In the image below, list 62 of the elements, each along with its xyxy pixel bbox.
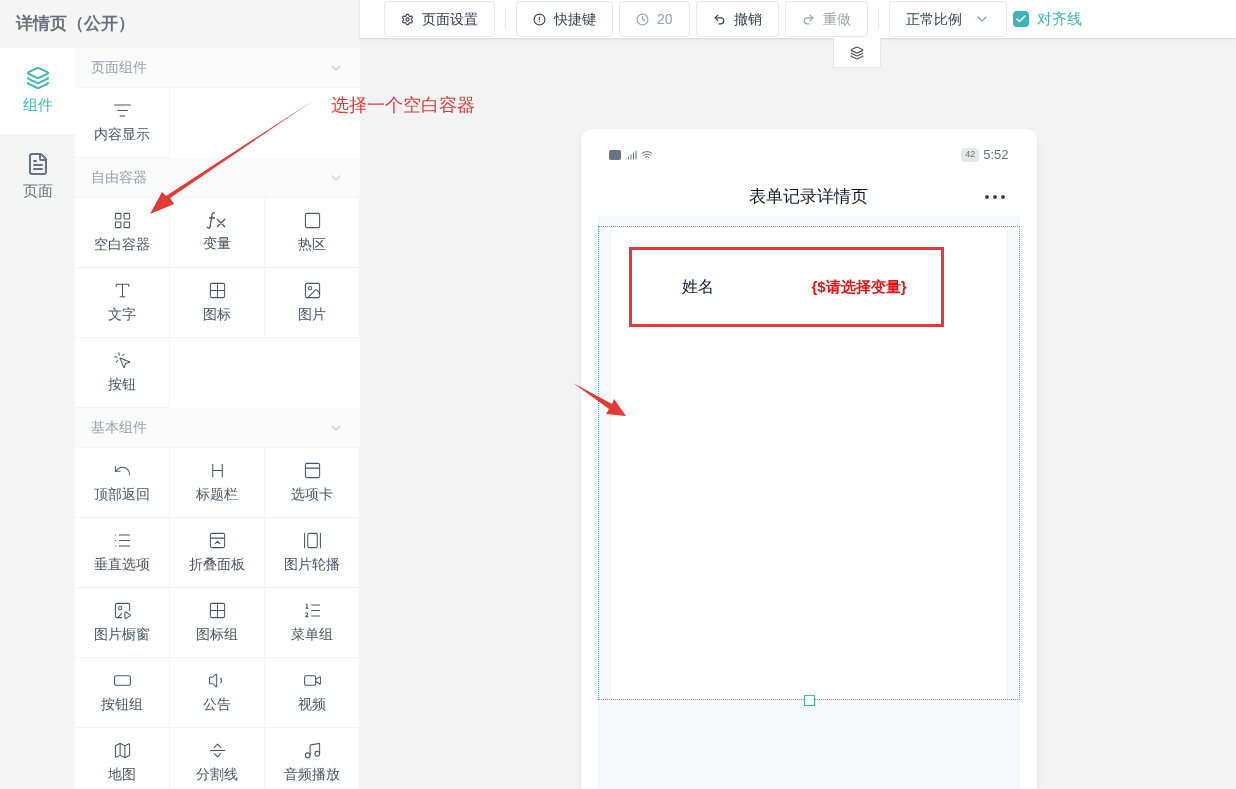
gear-icon <box>401 12 414 26</box>
component-tile[interactable]: 变量 <box>170 198 265 268</box>
redo-icon <box>801 12 815 26</box>
zoom-select[interactable]: 正常比例 <box>888 1 1007 37</box>
toolbar-button[interactable]: 撤销 <box>695 1 779 37</box>
undo-icon <box>712 12 726 26</box>
image-icon <box>112 600 132 620</box>
component-tile[interactable]: 折叠面板 <box>170 518 265 588</box>
component-tile[interactable]: 标题栏 <box>170 448 265 518</box>
field-label: 姓名 <box>681 277 715 297</box>
component-tile[interactable]: 地图 <box>75 728 170 789</box>
component-tile[interactable]: 分割线 <box>170 728 265 789</box>
component-tile[interactable]: 音频播放 <box>265 728 360 789</box>
component-tile[interactable]: 顶部返回 <box>75 448 170 518</box>
grid-icon <box>207 600 227 620</box>
panel-icon <box>207 530 227 550</box>
fx-icon <box>206 211 228 229</box>
component-tile[interactable]: 选项卡 <box>265 448 360 518</box>
check-icon <box>1014 13 1027 25</box>
annotation-text: 选择一个空白容器 <box>331 94 475 117</box>
component-tile[interactable]: 图标组 <box>170 588 265 658</box>
alert-icon <box>533 12 546 26</box>
selected-container[interactable]: 姓名 {$请选择变量} <box>597 226 1020 700</box>
status-time: 5:52 <box>983 146 1009 165</box>
music-note-icon <box>302 740 322 760</box>
battery-level: 42 <box>961 148 980 162</box>
more-icon <box>984 195 1005 199</box>
checkbox-label: 对齐线 <box>1036 8 1082 29</box>
grid-icon <box>112 210 132 230</box>
checkbox[interactable] <box>1012 11 1029 27</box>
image-icon <box>302 280 322 300</box>
component-tile[interactable]: 热区 <box>265 198 360 268</box>
component-tile[interactable]: 公告 <box>170 658 265 728</box>
toolbar-button[interactable]: 页面设置 <box>384 1 495 37</box>
layers-icon <box>850 45 864 60</box>
gallery-icon <box>302 530 322 550</box>
component-tile[interactable]: 视频 <box>265 658 360 728</box>
square-icon <box>302 210 322 230</box>
page-title: 详情页（公开） <box>16 13 135 36</box>
component-tile[interactable]: 图片 <box>265 268 360 338</box>
component-tile[interactable]: 图标 <box>170 268 265 338</box>
resize-handle[interactable] <box>803 695 815 706</box>
component-tile[interactable]: 垂直选项 <box>75 518 170 588</box>
map-icon <box>112 740 132 760</box>
component-tile[interactable]: 按钮组 <box>75 658 170 728</box>
sidebar-tab[interactable]: 页面 <box>0 134 75 220</box>
clock-icon <box>636 12 649 26</box>
grid-icon <box>207 280 227 300</box>
tab-panel-icon <box>302 460 322 480</box>
pointer-icon <box>112 350 132 370</box>
layers-icon <box>25 65 50 90</box>
component-tile[interactable]: 菜单组 <box>265 588 360 658</box>
component-tile[interactable]: 文字 <box>75 268 170 338</box>
component-tile[interactable]: 图片橱窗 <box>75 588 170 658</box>
phone-title: 表单记录详情页 <box>749 186 868 209</box>
component-tile[interactable]: 图片轮播 <box>265 518 360 588</box>
layers-button[interactable] <box>833 38 881 68</box>
wifi-icon <box>640 149 653 161</box>
divider-icon <box>207 740 227 760</box>
toolbar-button[interactable]: 快捷键 <box>516 1 613 37</box>
pointer-arrow <box>573 383 626 416</box>
field-value: {$请选择变量} <box>811 276 907 297</box>
